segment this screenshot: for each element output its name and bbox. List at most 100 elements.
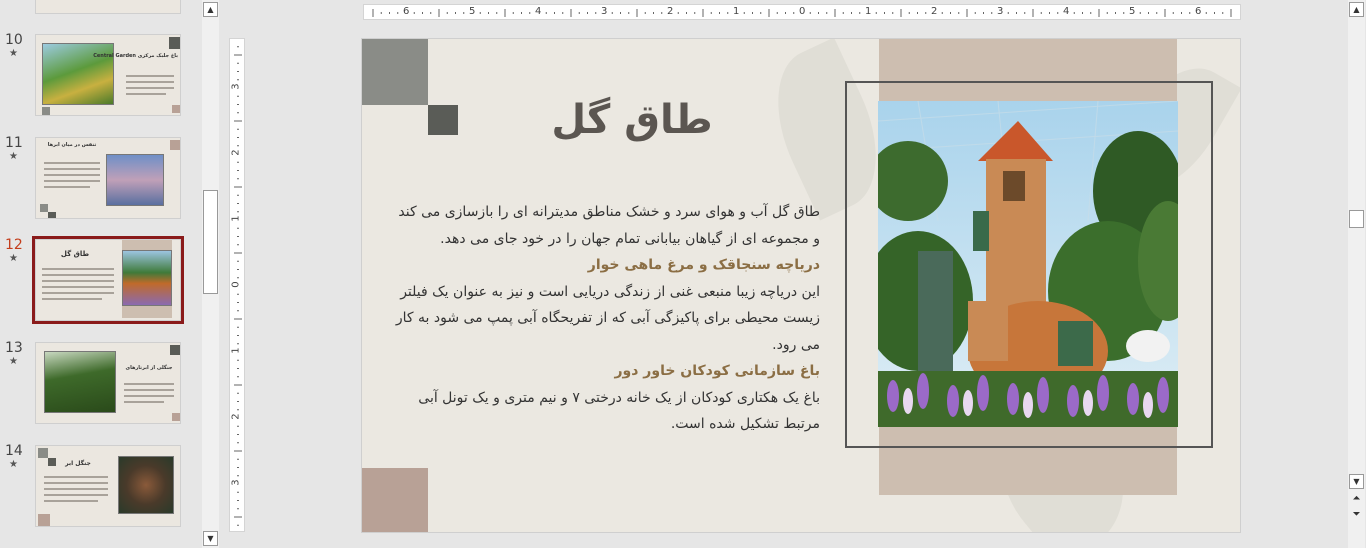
- scroll-up-arrow-icon[interactable]: ▲: [203, 2, 218, 17]
- thumbnail-title: باغ جلبک مرکزی Central Garden: [93, 53, 178, 59]
- thumbnail-title: تنفس در میان ابرها: [47, 142, 97, 148]
- thumbnail-row-11: 11 ★ تنفس در میان ابرها: [0, 135, 200, 225]
- decor-square: [172, 105, 180, 113]
- text-line: [42, 280, 114, 282]
- slide-thumbnail-12[interactable]: طاق گل: [32, 236, 184, 324]
- thumbnail-title: جنگلی از ابرتارهای: [125, 365, 173, 371]
- text-line: [126, 87, 174, 89]
- next-slide-icon[interactable]: ⏷: [1349, 508, 1364, 523]
- ruler-tick-label: 1: [733, 6, 740, 17]
- slide-thumbnail-13[interactable]: جنگلی از ابرتارهای: [35, 342, 181, 424]
- text-line: [44, 494, 108, 496]
- text-line: [124, 395, 174, 397]
- decor-square: [38, 514, 50, 526]
- ruler-tick-label: 2: [931, 6, 938, 17]
- slide-number: 12: [5, 237, 23, 253]
- slide-number: 11: [5, 135, 23, 151]
- flower-dome-house-photo[interactable]: [878, 101, 1178, 427]
- text-line: [44, 168, 100, 170]
- text-line: [42, 274, 114, 276]
- text-line: [44, 186, 90, 188]
- text-line: [126, 93, 166, 95]
- ruler-tick-label: 3: [601, 6, 608, 17]
- animation-star-icon: ★: [9, 48, 18, 59]
- thumbnail-scrollbar[interactable]: ▲ ▼: [202, 0, 219, 548]
- decor-square: [48, 212, 56, 218]
- text-line: [44, 180, 100, 182]
- ruler-tick-label: 3: [230, 83, 242, 90]
- animation-star-icon: ★: [9, 356, 18, 367]
- subheading-2: باغ سازمانی کودکان خاور دور: [614, 363, 820, 379]
- animation-star-icon: ★: [9, 253, 18, 264]
- ruler-tick-label: 0: [230, 281, 242, 288]
- scrollbar-thumb[interactable]: [1349, 210, 1364, 228]
- decor-square: [172, 413, 180, 421]
- thumbnail-title: جنگل ابر: [65, 460, 91, 467]
- thumbnail-scroll-down-icon[interactable]: ▼: [203, 531, 218, 546]
- scroll-down-arrow-icon[interactable]: ▼: [1349, 474, 1364, 489]
- slide-canvas[interactable]: طاق گل طاق گل آب و هوای سرد و خشک مناطق …: [361, 38, 1241, 533]
- text-line: [44, 488, 108, 490]
- slide-scrollbar[interactable]: ▲ ▼ ⏶ ⏷: [1348, 0, 1365, 548]
- text-line: [42, 286, 114, 288]
- text-line: [42, 298, 102, 300]
- ruler-tick-label: 2: [230, 413, 242, 420]
- ruler-tick-label: 6: [1195, 6, 1202, 17]
- ruler-tick-label: 1: [230, 215, 242, 222]
- animation-star-icon: ★: [9, 151, 18, 162]
- cloud-forest-figure-photo: [118, 456, 174, 514]
- ruler-tick-label: 4: [1063, 6, 1070, 17]
- slide-thumbnail-14[interactable]: جنگل ابر: [35, 445, 181, 527]
- ruler-tick-label: 2: [230, 149, 242, 156]
- decor-square: [38, 448, 48, 458]
- ruler-tick-label: 1: [230, 347, 242, 354]
- ruler-tick-label: 4: [535, 6, 542, 17]
- text-line: [44, 162, 100, 164]
- paragraph-2: این دریاچه زیبا منبعی غنی از زندگی دریای…: [395, 283, 820, 353]
- ruler-tick-label: 1: [865, 6, 872, 17]
- supertree-photo: [106, 154, 164, 206]
- horizontal-ruler[interactable]: 6 5 4 3 2 1 0 1 2 3 4 5 6: [363, 4, 1241, 20]
- vertical-ruler[interactable]: 3 2 1 0 1 2 3: [229, 38, 245, 532]
- thumbnail-title: طاق گل: [60, 250, 90, 258]
- ruler-tick-label: 6: [403, 6, 410, 17]
- ruler-tick-label: 5: [1129, 6, 1136, 17]
- paragraph-1: طاق گل آب و هوای سرد و خشک مناطق مدیتران…: [398, 204, 820, 247]
- text-line: [126, 81, 174, 83]
- thumbnail-row-14: 14 ★ جنگل ابر: [0, 443, 200, 533]
- animation-star-icon: ★: [9, 459, 18, 470]
- text-line: [44, 476, 108, 478]
- thumbnail-row-10: 10 ★ باغ جلبک مرکزی Central Garden: [0, 32, 200, 122]
- text-line: [124, 389, 174, 391]
- subheading-1: دریاچه سنجاقک و مرغ ماهی خوار: [587, 257, 820, 273]
- previous-slide-icon[interactable]: ⏶: [1349, 492, 1364, 507]
- flower-dome-photo: [122, 250, 172, 306]
- ruler-tick-label: 2: [667, 6, 674, 17]
- scroll-up-arrow-icon[interactable]: ▲: [1349, 2, 1364, 17]
- slide-number: 14: [5, 443, 23, 459]
- decor-square-gray: [362, 39, 428, 105]
- scrollbar-thumb[interactable]: [203, 190, 218, 294]
- ruler-tick-label: 3: [230, 479, 242, 486]
- slide-thumbnail-11[interactable]: تنفس در میان ابرها: [35, 137, 181, 219]
- slide-body-text[interactable]: طاق گل آب و هوای سرد و خشک مناطق مدیتران…: [390, 199, 820, 438]
- ruler-tick-label: 5: [469, 6, 476, 17]
- photo-illustration: [878, 101, 1178, 427]
- text-line: [124, 383, 174, 385]
- cloud-forest-photo: [44, 351, 116, 413]
- text-line: [42, 268, 114, 270]
- slide-thumbnail-10[interactable]: باغ جلبک مرکزی Central Garden: [35, 34, 181, 116]
- ruler-tick-label: 3: [997, 6, 1004, 17]
- paragraph-3: باغ یک هکتاری کودکان از یک خانه درختی ۷ …: [418, 389, 820, 433]
- decor-square-dark: [428, 105, 458, 135]
- decor-square: [170, 140, 180, 150]
- decor-square: [169, 37, 180, 49]
- decor-square-rose: [362, 468, 428, 532]
- slide-thumbnail-9-partial[interactable]: [35, 0, 181, 14]
- text-line: [44, 500, 98, 502]
- text-line: [124, 401, 164, 403]
- decor-square: [40, 204, 48, 212]
- thumbnail-row-13: 13 ★ جنگلی از ابرتارهای: [0, 340, 200, 430]
- slide-title[interactable]: طاق گل: [512, 97, 752, 143]
- slide-number: 13: [5, 340, 23, 356]
